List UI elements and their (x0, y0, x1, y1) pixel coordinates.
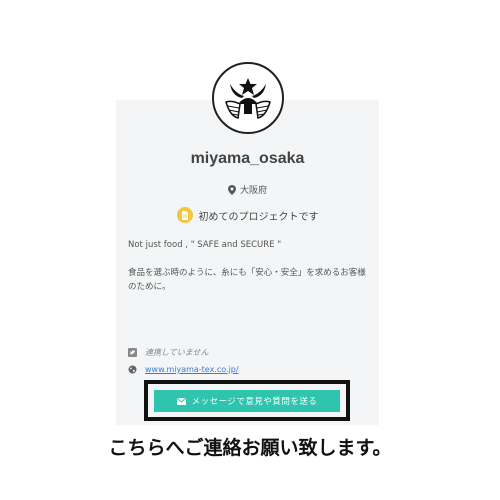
username: miyama_osaka (190, 150, 305, 167)
twitter-row: 連携していません (128, 347, 209, 358)
project-badge-text: 初めてのプロジェクトです (198, 211, 319, 223)
bio-line-english: Not just food , " SAFE and SECURE " (128, 240, 282, 250)
samurai-helmet-logo-icon (225, 78, 271, 119)
location-text: 大阪府 (239, 186, 267, 196)
envelope-icon (176, 397, 186, 405)
send-message-button[interactable]: メッセージで意見や質問を送る (154, 390, 340, 412)
bio: Not just food , " SAFE and SECURE " 食品を選… (128, 238, 368, 294)
twitter-status: 連携していません (145, 348, 209, 357)
bio-line-japanese: 食品を選ぶ時のように、糸にも「安心・安全」を求めるお客様のために。 (128, 268, 366, 292)
document-icon (176, 207, 193, 223)
website-link[interactable]: www.miyama-tex.co.jp/ (145, 365, 239, 374)
send-message-label: メッセージで意見や質問を送る (191, 396, 318, 406)
caption-text: こちらへご連絡お願い致します。 (108, 437, 392, 459)
location-row: 大阪府 (116, 183, 379, 196)
twitter-icon (128, 348, 137, 357)
avatar[interactable] (212, 62, 284, 134)
map-pin-icon (227, 184, 236, 195)
project-badge-row: 初めてのプロジェクトです (116, 207, 379, 223)
globe-icon (128, 365, 137, 374)
website-row: www.miyama-tex.co.jp/ (128, 365, 239, 374)
